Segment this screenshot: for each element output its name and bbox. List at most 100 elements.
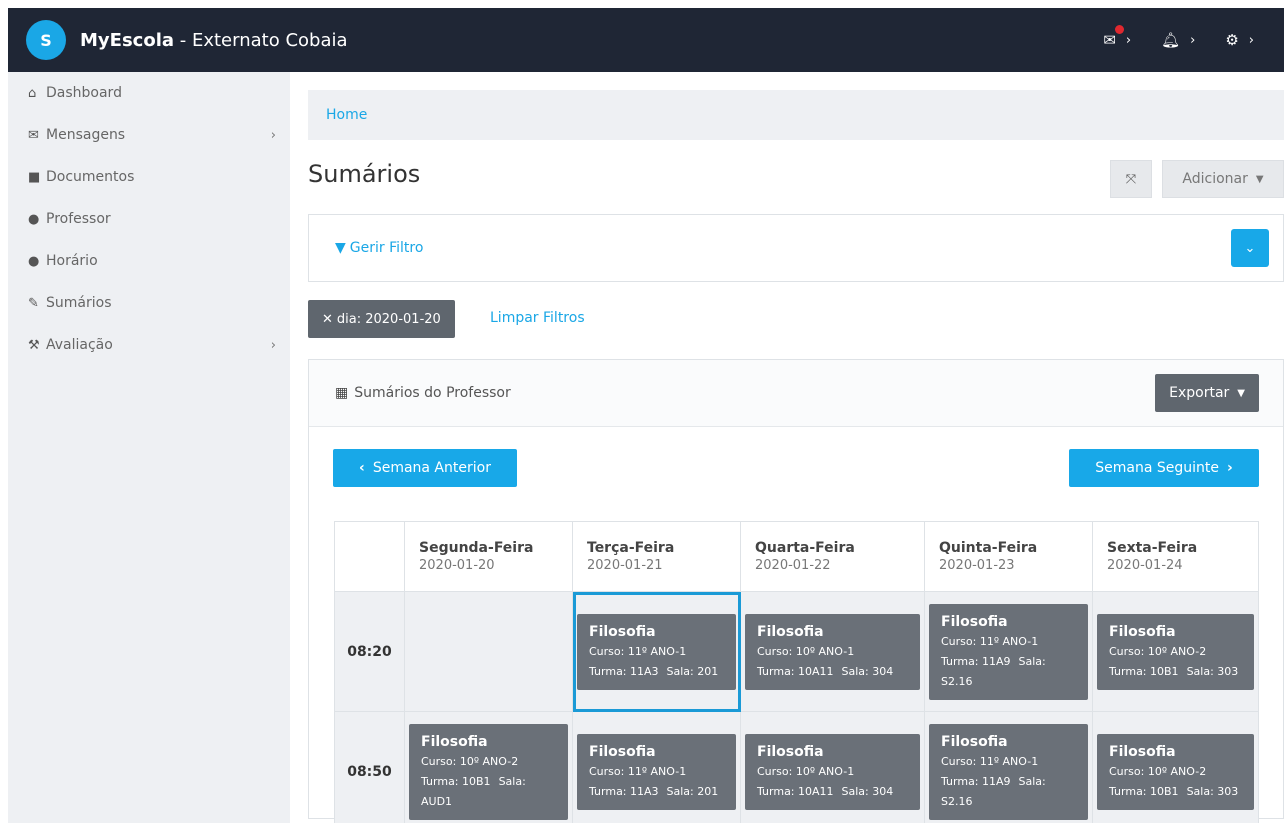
lesson-subject: Filosofia [941, 613, 1008, 630]
sidebar-item-avaliacao[interactable]: ⚒ Avaliação › [8, 324, 290, 366]
schedule-cell[interactable]: Filosofia Curso: 10º ANO-2 Turma: 10B1 Sa… [1092, 711, 1259, 823]
sidebar-item-horario[interactable]: ● Horário [8, 240, 290, 282]
chevron-right-icon: › [1190, 32, 1196, 48]
lesson-course: Curso: 10º ANO-1 [757, 764, 855, 778]
lesson-subject: Filosofia [1109, 743, 1176, 760]
sidebar-item-professor[interactable]: ● Professor [8, 198, 290, 240]
day-name: Quinta-Feira [939, 540, 1038, 556]
schedule-cell[interactable]: Filosofia Curso: 10º ANO-2 Turma: 10B1 Sa… [404, 711, 573, 823]
page-title: Sumários [308, 160, 421, 188]
schedule-cell[interactable]: Filosofia Curso: 11º ANO-1 Turma: 11A9 Sa… [924, 591, 1093, 712]
schedule-cell[interactable]: Filosofia Curso: 11º ANO-1 Turma: 11A9 Sa… [924, 711, 1093, 823]
school-logo-icon[interactable]: S [26, 20, 66, 60]
lesson-subject: Filosofia [757, 743, 824, 760]
chevron-left-icon: ‹ [359, 460, 365, 476]
settings-menu[interactable]: ⚙ › [1225, 31, 1254, 49]
lesson-card[interactable]: Filosofia Curso: 10º ANO-2 Turma: 10B1 Sa… [1097, 613, 1254, 690]
caret-down-icon: ▼ [1237, 387, 1245, 399]
active-filter-label: dia: 2020-01-20 [336, 311, 441, 327]
export-dropdown-button[interactable]: Exportar ▼ [1155, 374, 1259, 412]
envelope-icon: ✉ [1103, 31, 1116, 49]
notification-dot [1115, 25, 1125, 34]
home-icon: ⌂ [28, 85, 37, 101]
sidebar-item-label: Avaliação [46, 337, 113, 353]
logo-letter: S [40, 30, 52, 50]
lesson-course: Curso: 10º ANO-2 [421, 754, 519, 768]
lesson-card[interactable]: Filosofia Curso: 10º ANO-2 Turma: 10B1 Sa… [1097, 733, 1254, 810]
school-name: Externato Cobaia [191, 29, 348, 51]
notifications-menu[interactable]: 🔔︎ › [1161, 31, 1195, 49]
lesson-card[interactable]: Filosofia Curso: 11º ANO-1 Turma: 11A3 Sa… [577, 733, 736, 810]
sidebar-item-label: Professor [46, 211, 111, 227]
chevron-down-icon: ⌄ [1244, 240, 1256, 256]
breadcrumb-home-link[interactable]: Home [326, 107, 367, 123]
chevron-right-icon: › [1248, 32, 1254, 48]
schedule-cell-selected[interactable]: Filosofia Curso: 11º ANO-1 Turma: 11A3 Sa… [572, 591, 741, 712]
previous-week-label: Semana Anterior [372, 460, 491, 476]
sidebar-item-sumarios[interactable]: ✎ Sumários [8, 282, 290, 324]
export-button-label: Exportar [1169, 385, 1230, 401]
schedule-cell-empty[interactable] [404, 591, 573, 712]
lesson-room: Sala: 303 [1186, 784, 1239, 798]
brand-name: MyEscola [80, 29, 175, 51]
messages-menu[interactable]: ✉ › [1103, 25, 1132, 49]
day-header: Segunda-Feira 2020-01-20 [404, 521, 573, 592]
panel-title: Sumários do Professor [354, 385, 511, 401]
lesson-room: Sala: 304 [841, 784, 894, 798]
lesson-subject: Filosofia [589, 743, 656, 760]
lesson-card[interactable]: Filosofia Curso: 11º ANO-1 Turma: 11A9 Sa… [929, 723, 1088, 820]
lesson-card[interactable]: Filosofia Curso: 10º ANO-1 Turma: 10A11 S… [745, 733, 920, 810]
manage-filter-link[interactable]: ▼ Gerir Filtro [335, 240, 423, 256]
calendar-icon: ▦ [335, 385, 349, 401]
schedule-cell[interactable]: Filosofia Curso: 11º ANO-1 Turma: 11A3 Sa… [572, 711, 741, 823]
lesson-room: Sala: 303 [1186, 664, 1239, 678]
day-date: 2020-01-21 [587, 558, 663, 573]
chevron-right-icon: › [270, 127, 276, 143]
schedule-cell[interactable]: Filosofia Curso: 10º ANO-1 Turma: 10A11 S… [740, 591, 925, 712]
chevron-right-icon: › [1226, 460, 1233, 476]
lesson-subject: Filosofia [589, 623, 656, 640]
app-title[interactable]: MyEscola - Externato Cobaia [80, 30, 348, 51]
sidebar-item-label: Sumários [46, 295, 112, 311]
previous-week-button[interactable]: ‹ Semana Anterior [333, 449, 517, 487]
caret-down-icon: ▼ [1255, 173, 1264, 185]
clear-filters-link[interactable]: Limpar Filtros [490, 310, 585, 326]
filter-toggle-button[interactable]: ⌄ [1231, 229, 1269, 267]
gavel-icon: ⚒ [28, 337, 40, 353]
day-header: Quinta-Feira 2020-01-23 [924, 521, 1093, 592]
schedule-cell[interactable]: Filosofia Curso: 10º ANO-1 Turma: 10A11 S… [740, 711, 925, 823]
next-week-button[interactable]: Semana Seguinte › [1069, 449, 1259, 487]
day-date: 2020-01-23 [939, 558, 1015, 573]
sidebar-item-mensagens[interactable]: ✉ Mensagens › [8, 114, 290, 156]
lesson-card[interactable]: Filosofia Curso: 10º ANO-2 Turma: 10B1 Sa… [409, 723, 568, 820]
chevron-right-icon: › [270, 337, 276, 353]
day-header: Sexta-Feira 2020-01-24 [1092, 521, 1259, 592]
fullscreen-button[interactable]: ⤧ [1110, 160, 1152, 198]
lesson-card[interactable]: Filosofia Curso: 11º ANO-1 Turma: 11A9 Sa… [929, 603, 1088, 700]
schedule-row: 08:20 Filosofia Curso: 11º ANO-1 Turma: … [334, 591, 1259, 712]
close-icon: ✕ [322, 311, 333, 327]
lesson-class: Turma: 11A9 [941, 774, 1011, 788]
sidebar-item-documentos[interactable]: ■ Documentos [8, 156, 290, 198]
day-name: Sexta-Feira [1107, 540, 1198, 556]
top-navbar: S MyEscola - Externato Cobaia ✉ › 🔔︎ › ⚙… [8, 8, 1284, 72]
active-filter-tag[interactable]: ✕ dia: 2020-01-20 [308, 300, 455, 338]
lesson-class: Turma: 11A3 [589, 784, 659, 798]
envelope-icon: ✉ [28, 127, 39, 143]
expand-icon: ⤧ [1125, 171, 1137, 187]
sidebar-item-dashboard[interactable]: ⌂ Dashboard [8, 72, 290, 114]
add-dropdown-button[interactable]: Adicionar ▼ [1162, 160, 1284, 198]
lesson-card[interactable]: Filosofia Curso: 10º ANO-1 Turma: 10A11 S… [745, 613, 920, 690]
time-column-header [334, 521, 405, 592]
day-header: Quarta-Feira 2020-01-22 [740, 521, 925, 592]
chevron-right-icon: › [1125, 32, 1132, 48]
lesson-class: Turma: 10A11 [757, 664, 834, 678]
schedule-cell[interactable]: Filosofia Curso: 10º ANO-2 Turma: 10B1 Sa… [1092, 591, 1259, 712]
panel-header: ▦ Sumários do Professor Exportar ▼ [309, 360, 1283, 427]
lesson-card[interactable]: Filosofia Curso: 11º ANO-1 Turma: 11A3 Sa… [577, 613, 736, 690]
lesson-room: Sala: 201 [666, 664, 719, 678]
lesson-class: Turma: 11A9 [941, 654, 1011, 668]
lesson-course: Curso: 11º ANO-1 [941, 634, 1039, 648]
lesson-room: Sala: 201 [666, 784, 719, 798]
lesson-class: Turma: 10A11 [757, 784, 834, 798]
